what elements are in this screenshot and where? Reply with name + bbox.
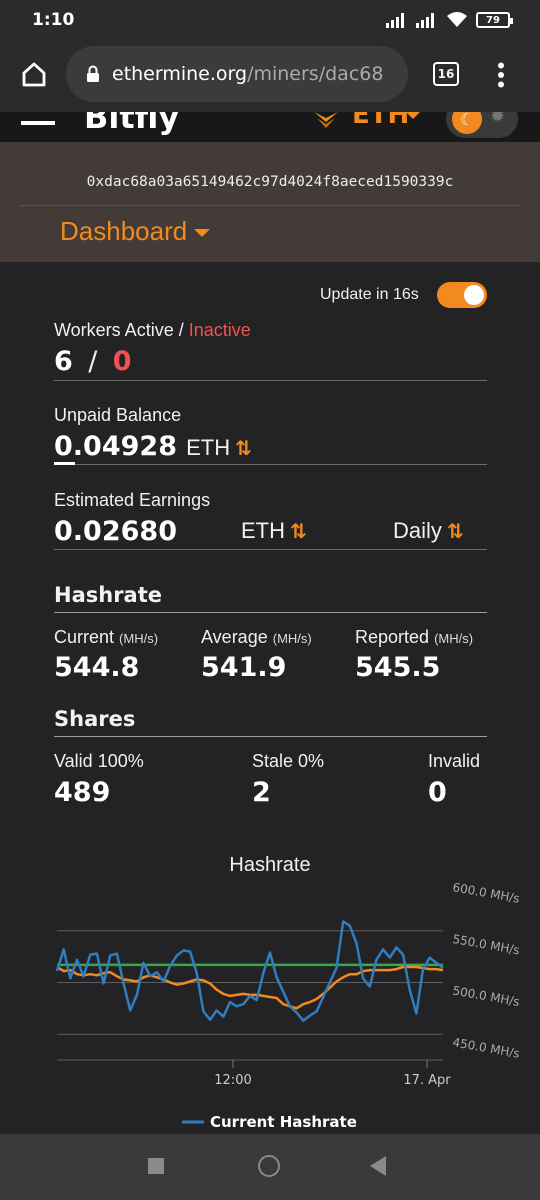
chevron-down-icon[interactable] (406, 112, 420, 120)
recents-button[interactable] (148, 1158, 164, 1174)
earnings-period-selector[interactable]: Daily ⇅ (393, 518, 464, 544)
divider (54, 464, 487, 465)
current-hashrate-value: 544.8 (54, 652, 140, 683)
invalid-shares-label: Invalid (428, 751, 481, 771)
earnings-unit: ETH (241, 518, 285, 543)
wifi-icon (447, 12, 467, 27)
clock: 1:10 (32, 10, 75, 30)
dashboard-dropdown[interactable]: Dashboard (60, 216, 211, 247)
sun-icon: ✹ (490, 112, 506, 127)
x-tick-label: 12:00 (214, 1073, 251, 1088)
miner-header: 0xdac68a03a65149462c97d4024f8aeced159033… (0, 142, 540, 262)
estimated-earnings-label: Estimated Earnings (54, 490, 211, 510)
tab-switcher-button[interactable]: 16 (433, 62, 459, 86)
y-tick-label: 600.0 MH/s (451, 880, 520, 906)
hamburger-menu-icon[interactable] (21, 112, 55, 126)
stale-shares-label: Stale 0% (252, 751, 325, 771)
url-host: ethermine.org (112, 63, 248, 85)
eth-logo-icon (314, 112, 338, 128)
browser-toolbar: ethermine.org/miners/dac68 16 (0, 40, 540, 112)
wallet-address: 0xdac68a03a65149462c97d4024f8aeced159033… (86, 174, 454, 190)
workers-label: Workers Active / Inactive (54, 320, 251, 341)
stale-shares-value: 2 (252, 777, 271, 808)
shares-heading: Shares (54, 707, 136, 731)
site-header: Bitfly ETH ☾ ✹ (0, 112, 540, 142)
workers-inactive-label: Inactive (188, 320, 251, 340)
earnings-unit-selector[interactable]: ETH ⇅ (241, 518, 307, 544)
divider (54, 612, 487, 613)
divider (20, 205, 520, 206)
y-tick-label: 450.0 MH/s (451, 1035, 520, 1061)
average-hashrate-value: 541.9 (201, 652, 287, 683)
reported-hashrate-value: 545.5 (355, 652, 441, 683)
home-icon[interactable] (20, 60, 48, 88)
chart-title: Hashrate (229, 854, 311, 876)
reported-label-text: Reported (355, 627, 430, 647)
workers-separator: / (88, 346, 98, 377)
battery-icon: 79 (476, 12, 513, 28)
moon-icon: ☾ (452, 112, 482, 134)
earnings-period: Daily (393, 518, 442, 543)
divider (54, 549, 487, 550)
reported-hashrate-label: Reported (MH/s) (355, 627, 473, 648)
current-label-text: Current (54, 627, 115, 647)
valid-shares-label: Valid 100% (54, 751, 144, 771)
current-hashrate-label: Current (MH/s) (54, 627, 158, 648)
invalid-shares-value: 0 (428, 777, 447, 808)
swap-arrows-icon: ⇅ (290, 519, 307, 543)
unpaid-balance: 0.04928 ETH ⇅ (54, 431, 252, 462)
back-button[interactable] (370, 1156, 388, 1176)
unpaid-balance-value: 0.04928 (54, 431, 177, 462)
dashboard-label: Dashboard (60, 216, 188, 246)
workers-inactive-count: 0 (112, 346, 132, 377)
system-nav-bar (0, 1134, 540, 1200)
average-label-text: Average (201, 627, 268, 647)
address-bar[interactable]: ethermine.org/miners/dac68 (66, 46, 408, 102)
more-menu-icon[interactable] (497, 62, 505, 88)
hashrate-chart[interactable]: 600.0 MH/s 550.0 MH/s 500.0 MH/s 450.0 MH/s… (0, 880, 540, 1140)
coin-selector[interactable]: ETH (352, 112, 409, 130)
workers-count: 6 / 0 (54, 346, 132, 377)
progress-indicator (54, 462, 75, 465)
divider (54, 380, 487, 381)
lock-icon (87, 65, 99, 82)
auto-update-toggle[interactable] (437, 282, 487, 308)
signal-icon (386, 13, 404, 28)
toggle-knob (464, 285, 484, 305)
reported-unit: (MH/s) (434, 631, 474, 646)
swap-arrows-icon[interactable]: ⇅ (235, 436, 252, 460)
divider (54, 736, 487, 737)
home-button[interactable] (258, 1155, 280, 1177)
signal-icon (416, 13, 434, 28)
legend-label: Current Hashrate (210, 1113, 357, 1131)
url-path: /miners/dac68 (247, 63, 384, 85)
y-tick-label: 500.0 MH/s (451, 983, 520, 1009)
valid-shares-value: 489 (54, 777, 111, 808)
workers-active-count: 6 (54, 346, 73, 377)
unpaid-balance-unit: ETH (186, 435, 231, 460)
average-hashrate-line (56, 965, 444, 1010)
chevron-down-icon (194, 228, 211, 237)
y-tick-label: 550.0 MH/s (451, 932, 520, 958)
average-hashrate-label: Average (MH/s) (201, 627, 312, 648)
workers-active-label: Workers Active / (54, 320, 189, 340)
status-bar: 1:10 79 (0, 0, 540, 40)
theme-toggle[interactable]: ☾ ✹ (446, 112, 518, 138)
update-label: Update in 16s (320, 286, 419, 303)
x-tick-label: 17. Apr (403, 1073, 451, 1088)
average-unit: (MH/s) (272, 631, 312, 646)
swap-arrows-icon: ⇅ (447, 519, 464, 543)
hashrate-heading: Hashrate (54, 583, 163, 607)
battery-level: 79 (486, 14, 500, 26)
unpaid-balance-label: Unpaid Balance (54, 405, 182, 425)
current-unit: (MH/s) (119, 631, 159, 646)
brand-logo[interactable]: Bitfly (84, 112, 179, 136)
estimated-earnings-value: 0.02680 (54, 516, 177, 547)
